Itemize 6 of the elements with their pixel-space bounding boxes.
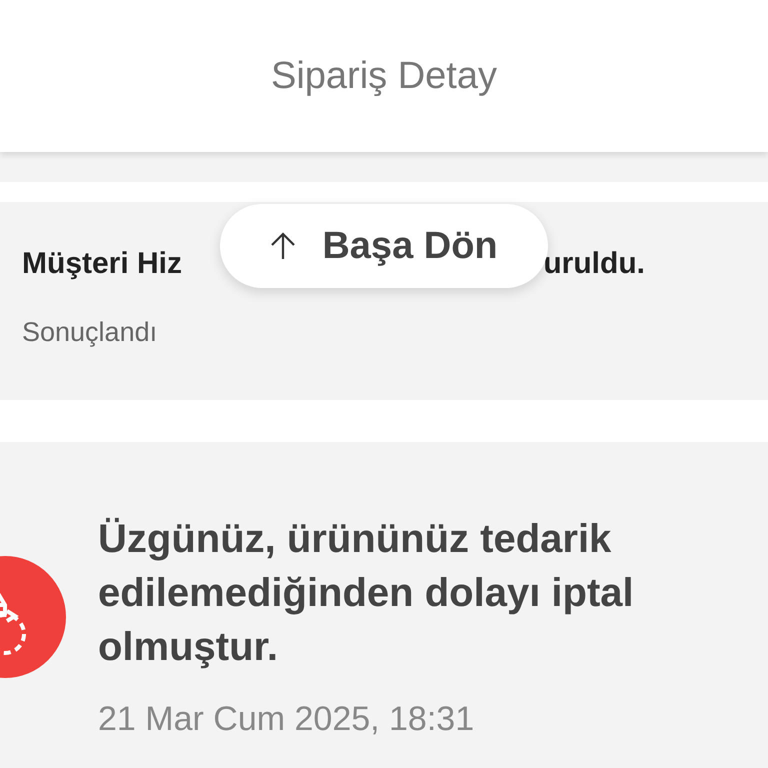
request-title-start: Müşteri Hiz: [22, 247, 182, 281]
arrow-up-icon: [270, 231, 296, 261]
request-status: Sonuçlandı: [22, 317, 158, 348]
cancel-message: Üzgünüz, ürününüz tedarik edilemediğinden dolayı iptal olmuştur.: [98, 516, 635, 671]
cancel-date: 21 Mar Cum 2025, 18:31: [98, 700, 476, 739]
page-title: Sipariş Detay: [271, 54, 497, 98]
